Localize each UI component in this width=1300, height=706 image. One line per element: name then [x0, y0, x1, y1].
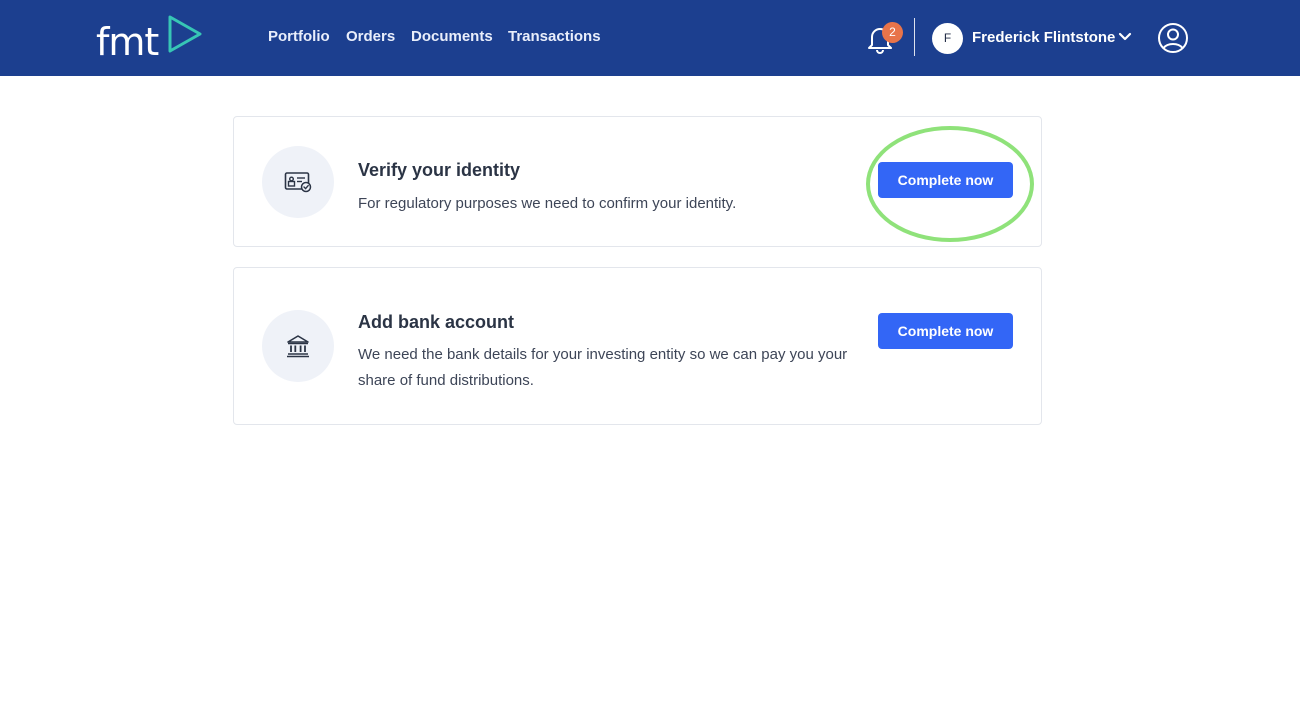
logo-text: fmt	[96, 20, 159, 64]
complete-now-button-bank[interactable]: Complete now	[878, 313, 1013, 349]
nav-item-portfolio[interactable]: Portfolio	[268, 28, 330, 46]
top-navigation-bar: fmt Portfolio Orders Documents Transacti…	[0, 0, 1300, 76]
notifications-button[interactable]: 2	[866, 22, 903, 54]
bank-icon	[287, 335, 309, 358]
id-card-check-icon	[284, 172, 312, 193]
task-card-add-bank-account: Add bank account We need the bank detail…	[233, 267, 1042, 425]
header-divider	[914, 18, 915, 56]
task-title: Add bank account	[358, 312, 515, 332]
account-button[interactable]	[1157, 22, 1189, 54]
user-circle-icon	[1158, 23, 1188, 53]
task-icon-circle	[262, 310, 334, 382]
chevron-down-icon	[1118, 32, 1132, 41]
nav-item-documents[interactable]: Documents	[411, 28, 493, 46]
nav-item-transactions[interactable]: Transactions	[508, 28, 601, 46]
user-name: Frederick Flintstone	[972, 29, 1116, 46]
task-title: Verify your identity	[358, 160, 521, 180]
avatar: F	[932, 23, 963, 54]
nav-item-orders[interactable]: Orders	[346, 28, 395, 46]
notification-count-badge: 2	[882, 22, 903, 43]
complete-now-button-identity[interactable]: Complete now	[878, 162, 1013, 198]
play-icon	[168, 15, 202, 53]
task-icon-circle	[262, 146, 334, 218]
task-description: We need the bank details for your invest…	[358, 346, 848, 389]
fmt-logo[interactable]: fmt	[96, 14, 206, 62]
task-card-verify-identity: Verify your identity For regulatory purp…	[233, 116, 1042, 247]
task-description: For regulatory purposes we need to confi…	[358, 195, 737, 212]
